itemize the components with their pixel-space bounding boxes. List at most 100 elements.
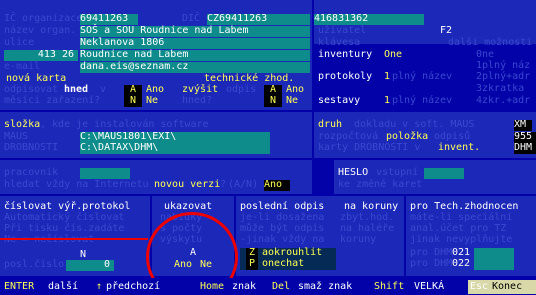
na-koruny-label: na koruny bbox=[344, 201, 399, 212]
heslo-field[interactable] bbox=[424, 168, 464, 179]
footer-bar bbox=[0, 278, 536, 295]
hned2-text: hned? bbox=[182, 95, 213, 106]
invent-text: invent. bbox=[438, 142, 481, 153]
muze-text: může být odpis bbox=[240, 223, 325, 234]
footer-shift[interactable]: Shift bbox=[374, 282, 404, 292]
inventury-value[interactable]: One bbox=[384, 50, 402, 60]
opt-4: 4zkr.+adr bbox=[476, 95, 531, 106]
tech-ne: Ne bbox=[286, 95, 299, 106]
protokoly-num[interactable]: 1 bbox=[384, 72, 390, 82]
koruny-text: koruny bbox=[340, 234, 377, 245]
pracovnik-label: pracovník bbox=[4, 167, 59, 178]
anal-text: anal.účet pro TZ bbox=[410, 223, 507, 234]
posledni-label: poslední odpis bbox=[240, 201, 325, 212]
footer-velka: VELKÁ bbox=[414, 281, 445, 292]
update-ano[interactable]: Ano bbox=[264, 180, 290, 191]
tech-n-key[interactable]: N bbox=[264, 96, 282, 107]
street-field[interactable]: Neklanova 1806 bbox=[80, 38, 310, 49]
protokoly-label: protokoly bbox=[318, 71, 373, 82]
hledat-text: hledat vždy na Internetu bbox=[4, 179, 149, 190]
posl-field[interactable]: 0 bbox=[66, 260, 114, 271]
footer-znak1: znak bbox=[232, 281, 257, 292]
odpisovat-text: odpisovat bbox=[4, 84, 59, 95]
footer-predchozi: předchozí bbox=[106, 281, 161, 292]
footer-smaz: smaž znak bbox=[298, 281, 353, 292]
dhm-value[interactable]: DHM bbox=[514, 143, 536, 154]
na-halire-text: na haléře bbox=[340, 223, 395, 234]
odpis-text: odpis bbox=[226, 84, 257, 95]
slozka-rest: , kde je instalován software bbox=[40, 119, 209, 130]
rozp-text: rozpočtová bbox=[318, 131, 379, 142]
footer-esc[interactable]: Esc bbox=[468, 280, 490, 294]
an-text: (A/N) bbox=[228, 179, 259, 190]
slozka-label: složka bbox=[4, 119, 41, 130]
pro-dhm1-value[interactable]: 021 bbox=[452, 248, 470, 258]
email-field[interactable]: dana.eis@seznam.cz bbox=[80, 62, 310, 73]
footer-konec: Konec bbox=[490, 280, 536, 294]
je-li-text: je-li dosažena bbox=[240, 212, 325, 223]
druh-rest: dokladu v soft. MAUS bbox=[348, 119, 475, 130]
druh-value[interactable]: XM bbox=[514, 120, 532, 131]
city-field[interactable]: Roudnice nad Labem bbox=[80, 50, 310, 61]
name-field[interactable]: SOŠ a SOU Roudnice nad Labem bbox=[80, 26, 310, 37]
inventury-label: inventury bbox=[318, 49, 373, 60]
up-arrow-icon[interactable]: ↑ bbox=[96, 282, 102, 292]
ukazovat-label: ukazovat bbox=[164, 201, 213, 212]
pro-dhm2-label: pro DHM bbox=[410, 258, 453, 269]
footer-enter[interactable]: ENTER bbox=[4, 282, 34, 292]
card-ano1: Ano bbox=[146, 84, 165, 95]
sestavy-label: sestavy bbox=[318, 95, 361, 106]
sestavy-num[interactable]: 1 bbox=[384, 96, 390, 106]
pro-dhm2-value[interactable]: 022 bbox=[452, 259, 470, 269]
jinak-text: -jinak vždy na bbox=[240, 234, 325, 245]
ic-label: IČ organizace bbox=[4, 13, 83, 24]
nova-karta-label: nová karta bbox=[6, 73, 67, 84]
dic-field[interactable]: CZ69411263 bbox=[207, 14, 310, 25]
card-ne1: Ne bbox=[146, 95, 159, 106]
footer-del[interactable]: Del bbox=[272, 282, 290, 292]
card-n-key[interactable]: N bbox=[124, 96, 142, 107]
v-text: v bbox=[100, 84, 107, 95]
novou-verzi-text: novou verzi bbox=[154, 179, 221, 190]
posl-label: posl.číslo bbox=[4, 259, 65, 270]
zbyt-hod-text: zbyt.hod. bbox=[340, 212, 395, 223]
drob-path-field[interactable]: C:\DATAX\DHM\ bbox=[80, 143, 270, 154]
ic-field[interactable]: 69411263 bbox=[80, 14, 138, 25]
zip-field[interactable]: 413 26 bbox=[4, 50, 78, 61]
pro-dhm1-label: pro DHM bbox=[410, 247, 453, 258]
nazev-label: název organ. bbox=[4, 25, 77, 36]
reg-field[interactable]: 416831362 bbox=[314, 14, 424, 25]
ponechat-key[interactable]: P bbox=[246, 259, 258, 270]
mesici-text: měsíci zařazení? bbox=[4, 95, 101, 106]
sestavy-text: plný název bbox=[392, 95, 453, 106]
tech-zhod-label: technické zhod. bbox=[204, 73, 295, 84]
hned-text: hned bbox=[64, 84, 89, 95]
email-label: e-mail bbox=[4, 61, 41, 72]
maus-label: MAUS bbox=[4, 131, 29, 142]
uzivatel-label: uživatel bbox=[318, 25, 367, 36]
key-value[interactable]: F2 bbox=[440, 26, 452, 36]
drob-label: DROBNOSTI bbox=[4, 142, 59, 153]
pro-dhm2-field[interactable] bbox=[474, 259, 514, 270]
footer-dalsi: další bbox=[48, 281, 79, 292]
ulice-label: ulice bbox=[4, 37, 35, 48]
odpisu-text: odpisů bbox=[434, 131, 471, 142]
klavesa-label: klávesa bbox=[318, 37, 361, 48]
n-value[interactable]: N bbox=[80, 250, 86, 260]
vstupni-text: vstupní bbox=[376, 167, 419, 178]
dic-label: DIČ bbox=[182, 13, 201, 24]
karty-text: karty DROBNOSTI v bbox=[318, 142, 421, 153]
opt-2: 2plný+adr bbox=[476, 71, 531, 82]
zvysit-text: zvýšit bbox=[182, 84, 219, 95]
mate-li-text: máte-li speciální bbox=[410, 212, 513, 223]
opt-0: 0ne bbox=[476, 49, 495, 60]
zaokr-text: aokrouhlit bbox=[262, 247, 323, 258]
opt-1: 1plný náz bbox=[476, 60, 531, 71]
moznosti-label: další možnosti bbox=[448, 37, 533, 48]
footer-home[interactable]: Home bbox=[200, 282, 224, 292]
opt-3: 3zkratka bbox=[476, 83, 525, 94]
pri-text: Při tisku čís.zadáte bbox=[4, 223, 125, 234]
cislovat-label: číslovat výř.protokol bbox=[4, 201, 131, 212]
pracovnik-field[interactable] bbox=[80, 168, 130, 179]
pro-dhm1-field[interactable] bbox=[474, 248, 514, 259]
